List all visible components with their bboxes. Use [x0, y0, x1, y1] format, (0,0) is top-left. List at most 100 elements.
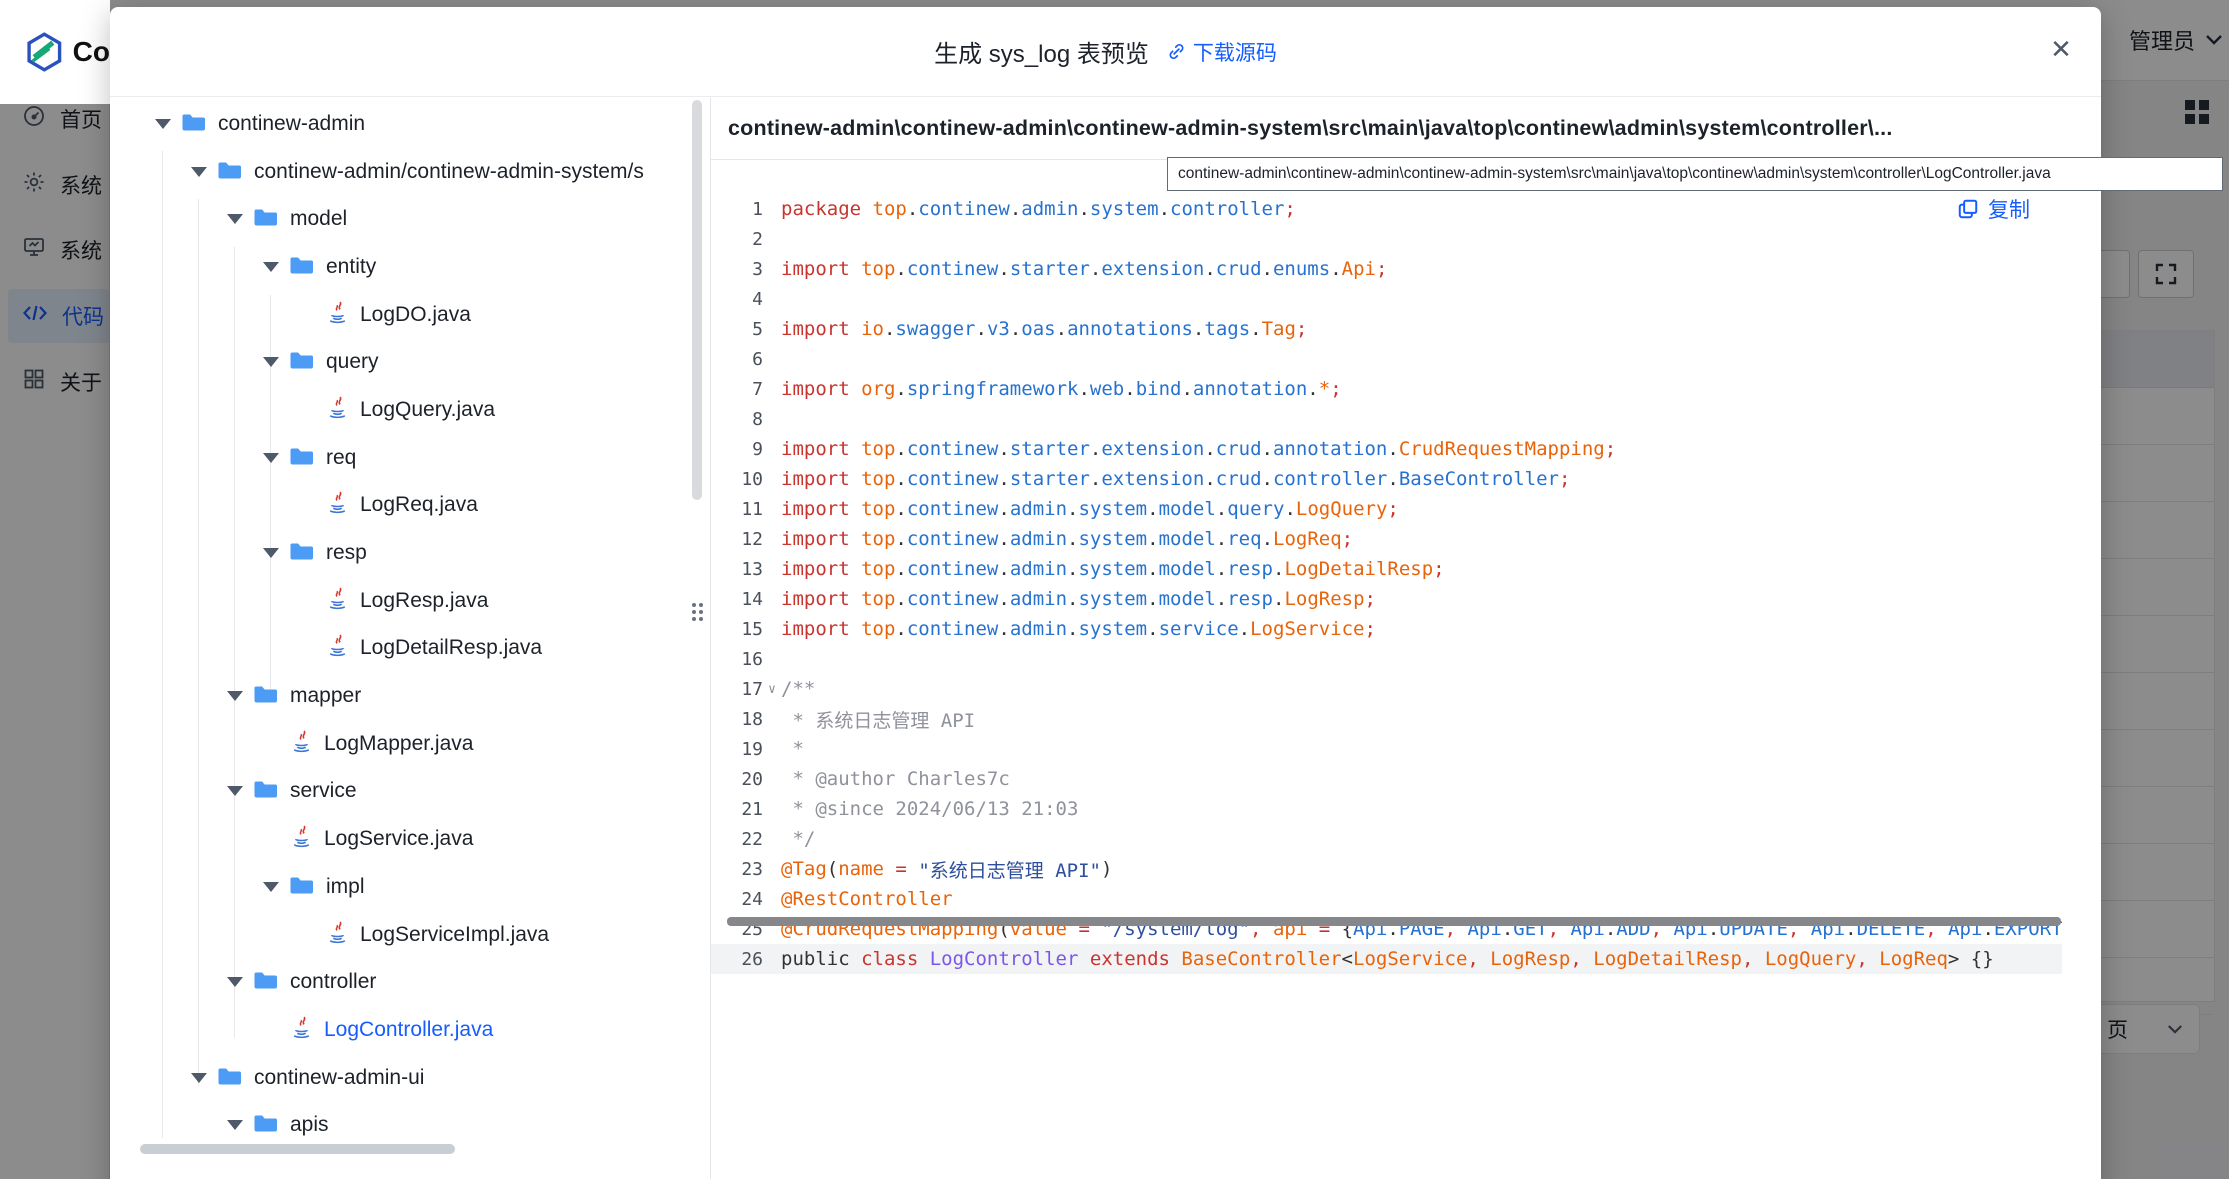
caret-down-icon[interactable] — [263, 357, 279, 367]
code-token: extension — [1101, 258, 1204, 280]
code-token: . — [1193, 318, 1204, 340]
code-token: top — [861, 618, 895, 640]
code-token: . — [998, 528, 1009, 550]
code-token: . — [1262, 258, 1273, 280]
code-token: top — [861, 558, 895, 580]
tree-item-label: LogResp.java — [360, 589, 488, 613]
tree-item-service[interactable]: service — [110, 768, 710, 816]
tree-item-model[interactable]: model — [110, 195, 710, 243]
caret-down-icon[interactable] — [191, 167, 207, 177]
code-token: model — [1159, 498, 1216, 520]
tree-item-mapper[interactable]: mapper — [110, 672, 710, 720]
code-token: . — [1067, 558, 1078, 580]
tree-item-label: model — [290, 207, 347, 231]
code-token: top — [861, 468, 895, 490]
code-token: , — [1467, 948, 1490, 970]
code-token: admin — [1010, 618, 1067, 640]
tree-item-logquery-java[interactable]: LogQuery.java — [110, 386, 710, 434]
caret-down-icon[interactable] — [227, 691, 243, 701]
code-token: ; — [1365, 618, 1376, 640]
code-line-7: 7import org.springframework.web.bind.ann… — [711, 374, 2062, 404]
download-source-link[interactable]: 下载源码 — [1167, 37, 1277, 67]
code-token: starter — [1010, 438, 1090, 460]
line-number: 23 — [711, 859, 763, 880]
line-number: 26 — [711, 949, 763, 970]
code-line-10: 10import top.continew.starter.extension.… — [711, 464, 2062, 494]
copy-code-button[interactable]: 复制 — [1957, 194, 2030, 224]
code-token: . — [1159, 198, 1170, 220]
code-token: ; — [1296, 318, 1307, 340]
code-token: ) — [1101, 858, 1112, 880]
folder-icon — [217, 159, 242, 185]
tree-item-logdo-java[interactable]: LogDO.java — [110, 291, 710, 339]
code-token: . — [1262, 468, 1273, 490]
code-line-13: 13import top.continew.admin.system.model… — [711, 554, 2062, 584]
tree-item-logserviceimpl-java[interactable]: LogServiceImpl.java — [110, 911, 710, 959]
code-token: @RestController — [781, 888, 953, 910]
caret-down-icon[interactable] — [227, 786, 243, 796]
code-line-24: 24@RestController — [711, 884, 2062, 914]
tree-item-continew-admin[interactable]: continew-admin — [110, 100, 710, 148]
tree-item-logservice-java[interactable]: LogService.java — [110, 815, 710, 863]
tree-item-resp[interactable]: resp — [110, 529, 710, 577]
caret-down-icon[interactable] — [263, 453, 279, 463]
tree-item-logresp-java[interactable]: LogResp.java — [110, 577, 710, 625]
caret-down-icon[interactable] — [191, 1073, 207, 1083]
tree-item-logreq-java[interactable]: LogReq.java — [110, 482, 710, 530]
caret-down-icon[interactable] — [227, 977, 243, 987]
code-token: . — [1067, 498, 1078, 520]
code-token: top — [861, 528, 895, 550]
code-horizontal-scrollbar[interactable] — [727, 917, 2061, 926]
caret-down-icon[interactable] — [227, 214, 243, 224]
code-token: import — [781, 528, 861, 550]
java-file-icon — [291, 730, 312, 758]
code-token: LogDetailResp — [1284, 558, 1433, 580]
code-token: LogController — [930, 948, 1090, 970]
tree-item-logcontroller-java[interactable]: LogController.java — [110, 1006, 710, 1054]
close-icon[interactable]: ✕ — [2041, 29, 2081, 69]
code-token: continew — [918, 198, 1010, 220]
tree-item-logmapper-java[interactable]: LogMapper.java — [110, 720, 710, 768]
code-token: , — [1856, 948, 1879, 970]
tree-vertical-scrollbar[interactable] — [692, 100, 702, 500]
line-number: 4 — [711, 289, 763, 310]
caret-down-icon[interactable] — [155, 119, 171, 129]
line-number: 15 — [711, 619, 763, 640]
panel-resize-handle[interactable] — [692, 603, 706, 621]
caret-down-icon[interactable] — [263, 262, 279, 272]
tree-item-req[interactable]: req — [110, 434, 710, 482]
tree-item-continew-admin-ui[interactable]: continew-admin-ui — [110, 1054, 710, 1102]
code-token: import — [781, 318, 861, 340]
logo-icon — [24, 28, 65, 76]
tree-item-entity[interactable]: entity — [110, 243, 710, 291]
fold-caret-icon[interactable]: ∨ — [763, 682, 781, 697]
tree-horizontal-scrollbar[interactable] — [140, 1144, 455, 1154]
tree-item-controller[interactable]: controller — [110, 958, 710, 1006]
code-token: public — [781, 948, 861, 970]
code-token: system — [1078, 498, 1147, 520]
tree-item-apis[interactable]: apis — [110, 1101, 710, 1149]
app-logo[interactable]: Co — [0, 0, 110, 104]
caret-down-icon[interactable] — [263, 548, 279, 558]
tree-item-logdetailresp-java[interactable]: LogDetailResp.java — [110, 625, 710, 673]
code-token: . — [998, 468, 1009, 490]
code-token: . — [1147, 618, 1158, 640]
line-number: 9 — [711, 439, 763, 460]
file-path-bar: continew-admin\continew-admin\continew-a… — [711, 98, 2101, 160]
code-token: "系统日志管理 API" — [918, 856, 1101, 883]
tree-item-impl[interactable]: impl — [110, 863, 710, 911]
code-token: extension — [1101, 468, 1204, 490]
code-token: . — [895, 498, 906, 520]
code-token: swagger — [895, 318, 975, 340]
code-line-18: 18 * 系统日志管理 API — [711, 704, 2062, 734]
caret-down-icon[interactable] — [227, 1120, 243, 1130]
tree-item-label: continew-admin — [218, 112, 365, 136]
code-token: continew — [907, 528, 999, 550]
line-number: 20 — [711, 769, 763, 790]
tree-item-query[interactable]: query — [110, 338, 710, 386]
caret-down-icon[interactable] — [263, 882, 279, 892]
code-token: . — [998, 558, 1009, 580]
tree-item-continew-admin-continew-admin-system-s[interactable]: continew-admin/continew-admin-system/s — [110, 148, 710, 196]
code-token: . — [895, 258, 906, 280]
code-token: import — [781, 438, 861, 460]
